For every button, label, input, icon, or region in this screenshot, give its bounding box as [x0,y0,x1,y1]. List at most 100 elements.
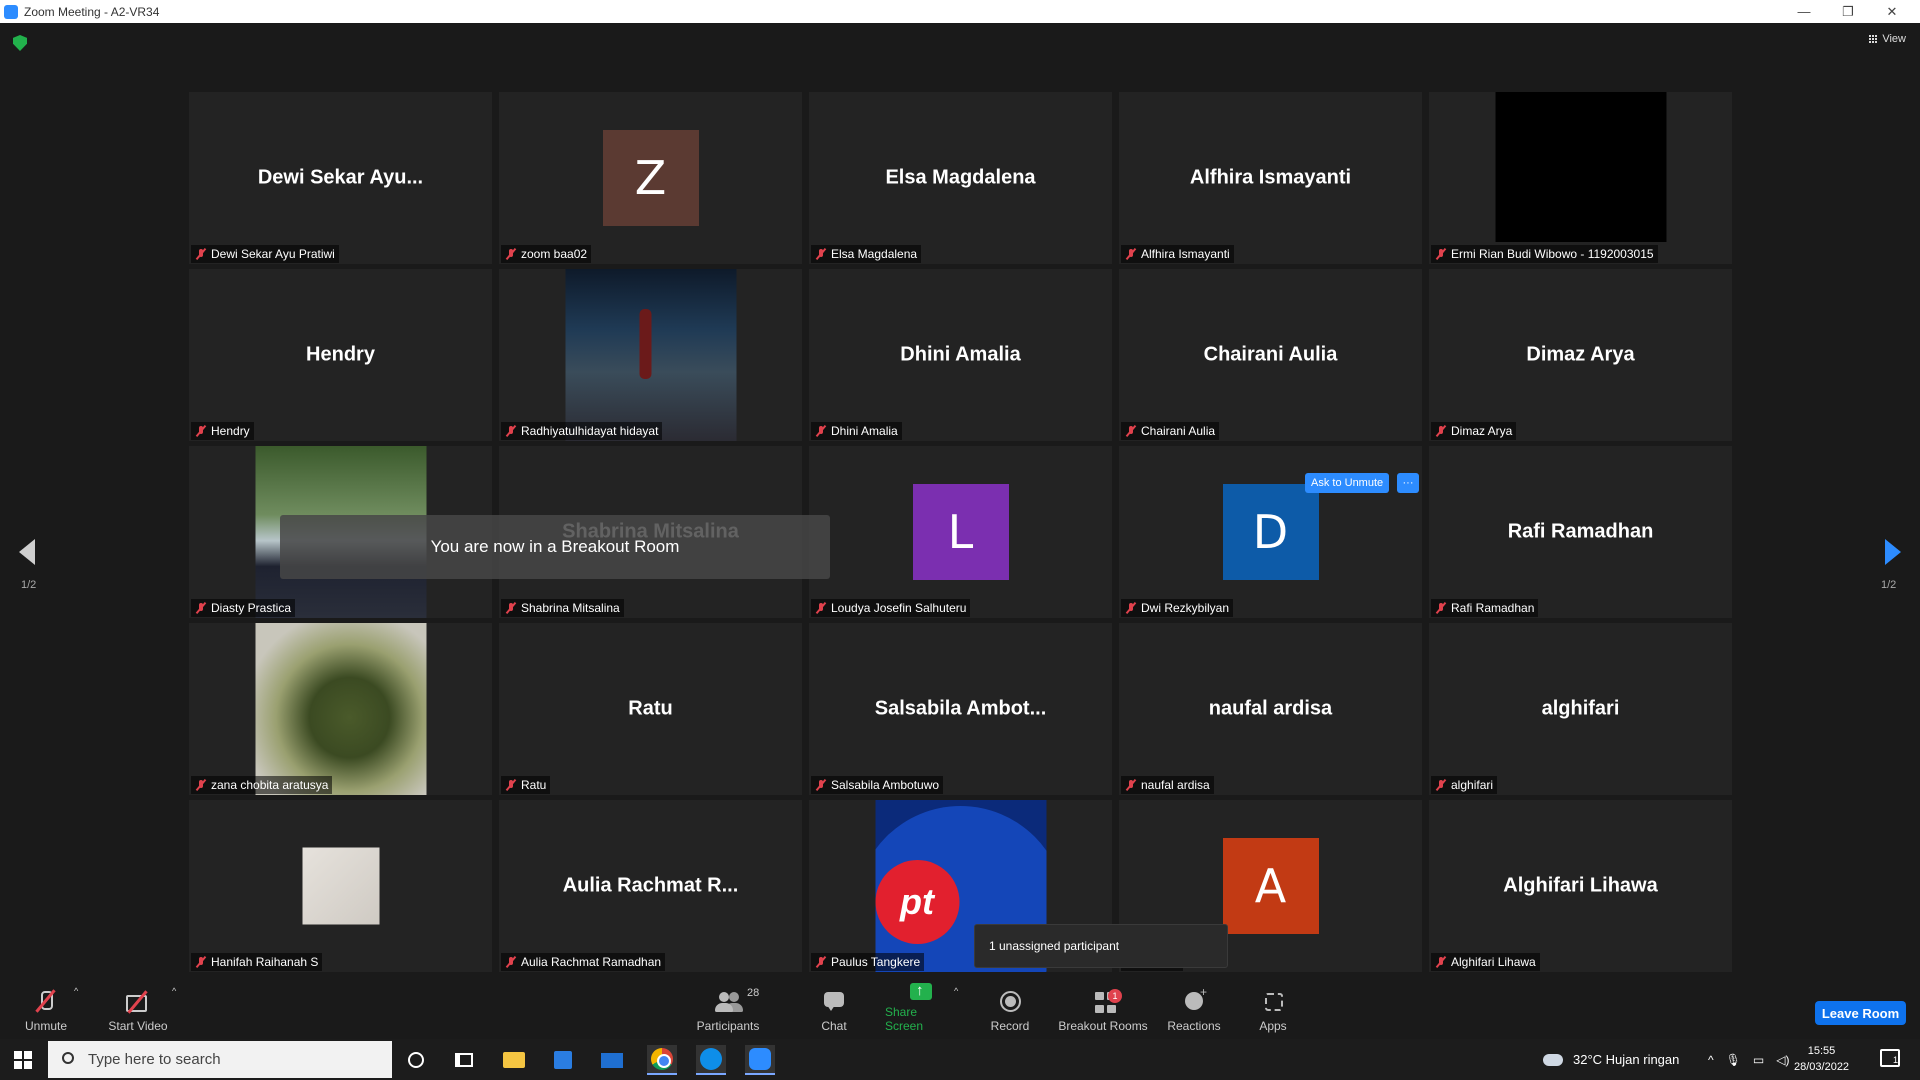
muted-mic-icon [1125,602,1137,614]
windows-start-icon[interactable] [14,1051,32,1069]
participant-name: naufal ardisa [1141,778,1210,792]
file-explorer-icon[interactable] [499,1045,529,1075]
system-tray: ^ 🎙 ▭ ◁) [1708,1039,1789,1080]
minimize-button[interactable]: — [1782,0,1826,23]
participant-tile[interactable]: Hendry Hendry [189,269,492,441]
participant-tile[interactable]: Ermi Rian Budi Wibowo - 1192003015 [1429,92,1732,264]
participant-tile[interactable]: Dewi Sekar Ayu... Dewi Sekar Ayu Pratiwi [189,92,492,264]
record-button[interactable]: Record [990,980,1030,1039]
participant-name: zoom baa02 [521,247,588,261]
participant-tile[interactable]: Chairani Aulia Chairani Aulia [1119,269,1422,441]
taskbar-search-box[interactable]: Type here to search [48,1041,392,1078]
leave-room-button[interactable]: Leave Room [1815,1001,1906,1025]
participants-label: Participants [696,1019,760,1033]
view-button[interactable]: View [1869,33,1906,45]
participant-display-name: Dhini Amalia [900,343,1021,366]
participant-tile[interactable]: Rafi Ramadhan Rafi Ramadhan [1429,446,1732,618]
more-options-button[interactable]: ··· [1397,473,1419,493]
weather-widget[interactable]: 32°C Hujan ringan [1543,1039,1679,1080]
participant-name-label: Diasty Prastica [191,599,296,617]
store-icon[interactable] [548,1045,578,1075]
participant-display-name: naufal ardisa [1208,697,1333,720]
volume-icon[interactable]: ◁) [1776,1053,1789,1067]
reactions-button[interactable]: Reactions [1167,980,1220,1039]
participant-tile[interactable]: naufal ardisa naufal ardisa [1119,623,1422,795]
participant-name: Hendry [211,424,250,438]
breakout-rooms-label: Breakout Rooms [1058,1019,1148,1033]
apps-button[interactable]: Apps [1258,980,1288,1039]
start-video-button[interactable]: Start Video [107,980,169,1039]
participant-tile[interactable]: Aulia Rachmat R... Aulia Rachmat Ramadhan [499,800,802,972]
view-label: View [1882,33,1906,45]
muted-mic-icon [815,956,827,968]
participant-name-label: Ermi Rian Budi Wibowo - 1192003015 [1431,245,1658,263]
next-page-arrow-icon[interactable] [1885,539,1901,565]
participant-name-label: Salsabila Ambotuwo [811,776,944,794]
participant-tile[interactable]: Radhiyatulhidayat hidayat [499,269,802,441]
task-view-icon[interactable] [449,1045,479,1075]
participant-tile[interactable]: zana chobita aratusya [189,623,492,795]
participant-name: Rafi Ramadhan [1451,601,1535,615]
participant-name: Radhiyatulhidayat hidayat [521,424,659,438]
video-off-icon [123,989,153,1015]
audio-options-caret-icon[interactable]: ^ [74,986,78,996]
network-icon[interactable]: ▭ [1753,1053,1764,1067]
muted-mic-icon [1435,956,1447,968]
cortana-icon[interactable] [401,1045,431,1075]
participant-display-name: Alfhira Ismayanti [1189,166,1352,189]
participant-tile[interactable]: Dimaz Arya Dimaz Arya [1429,269,1732,441]
participant-name: Dimaz Arya [1451,424,1513,438]
participants-button[interactable]: 28 Participants [695,980,761,1039]
close-button[interactable]: ✕ [1870,0,1914,23]
participant-tile[interactable]: Elsa Magdalena Elsa Magdalena [809,92,1112,264]
share-screen-button[interactable]: Share Screen [885,980,957,1039]
tray-chevron-icon[interactable]: ^ [1708,1053,1714,1067]
participant-video [1495,92,1666,242]
participant-tile[interactable]: Alfhira Ismayanti Alfhira Ismayanti [1119,92,1422,264]
participant-tile[interactable]: Zzoom baa02 [499,92,802,264]
cloud-rain-icon [1543,1053,1563,1066]
ask-to-unmute-button[interactable]: Ask to Unmute [1305,473,1390,493]
participant-tile[interactable]: Ratu Ratu [499,623,802,795]
participant-name: Salsabila Ambotuwo [831,778,940,792]
muted-mic-icon [195,956,207,968]
participant-tile[interactable]: Hanifah Raihanah S [189,800,492,972]
unmute-button[interactable]: Unmute [22,980,70,1039]
participant-tile[interactable]: alghifari alghifari [1429,623,1732,795]
participant-avatar: Z [602,130,699,226]
window-titlebar: Zoom Meeting - A2-VR34 — ❐ ✕ [0,0,1920,23]
zoom-taskbar-icon[interactable] [745,1045,775,1075]
participant-name: Loudya Josefin Salhuteru [831,601,967,615]
previous-page-arrow-icon[interactable] [19,539,35,565]
participant-name-label: zana chobita aratusya [191,776,333,794]
share-options-caret-icon[interactable]: ^ [954,986,958,996]
reactions-icon [1179,985,1209,1015]
muted-mic-icon [195,425,207,437]
breakout-rooms-button[interactable]: 1 Breakout Rooms [1058,980,1148,1039]
participant-tile[interactable]: D Dwi Rezkybilyan [1119,446,1422,618]
muted-mic-icon [505,248,517,260]
taskbar-clock[interactable]: 15:55 28/03/2022 [1794,1043,1849,1075]
participant-tile[interactable]: Alghifari Lihawa Alghifari Lihawa [1429,800,1732,972]
participant-display-name: Salsabila Ambot... [874,697,1047,720]
participant-name-label: Ratu [501,776,551,794]
participant-tile[interactable]: Dhini Amalia Dhini Amalia [809,269,1112,441]
chat-button[interactable]: Chat [818,980,850,1039]
restore-button[interactable]: ❐ [1826,0,1870,23]
teamviewer-icon[interactable] [696,1045,726,1075]
mail-icon[interactable] [597,1045,627,1075]
participant-display-name: Rafi Ramadhan [1507,520,1654,543]
security-shield-icon[interactable] [13,35,27,51]
participant-name-label: Aulia Rachmat Ramadhan [501,953,666,971]
search-placeholder: Type here to search [88,1051,221,1068]
notification-center-icon[interactable]: 1 [1880,1049,1900,1067]
participant-name-label: Dewi Sekar Ayu Pratiwi [191,245,339,263]
muted-mic-icon [505,956,517,968]
chrome-icon[interactable] [647,1045,677,1075]
participant-name: Paulus Tangkere [831,955,921,969]
participant-tile[interactable]: L Loudya Josefin Salhuteru [809,446,1112,618]
participant-tile[interactable]: Salsabila Ambot... Salsabila Ambotuwo [809,623,1112,795]
microphone-tray-icon[interactable]: 🎙 [1726,1053,1741,1067]
participant-name-label: zoom baa02 [501,245,592,263]
video-options-caret-icon[interactable]: ^ [172,986,176,996]
